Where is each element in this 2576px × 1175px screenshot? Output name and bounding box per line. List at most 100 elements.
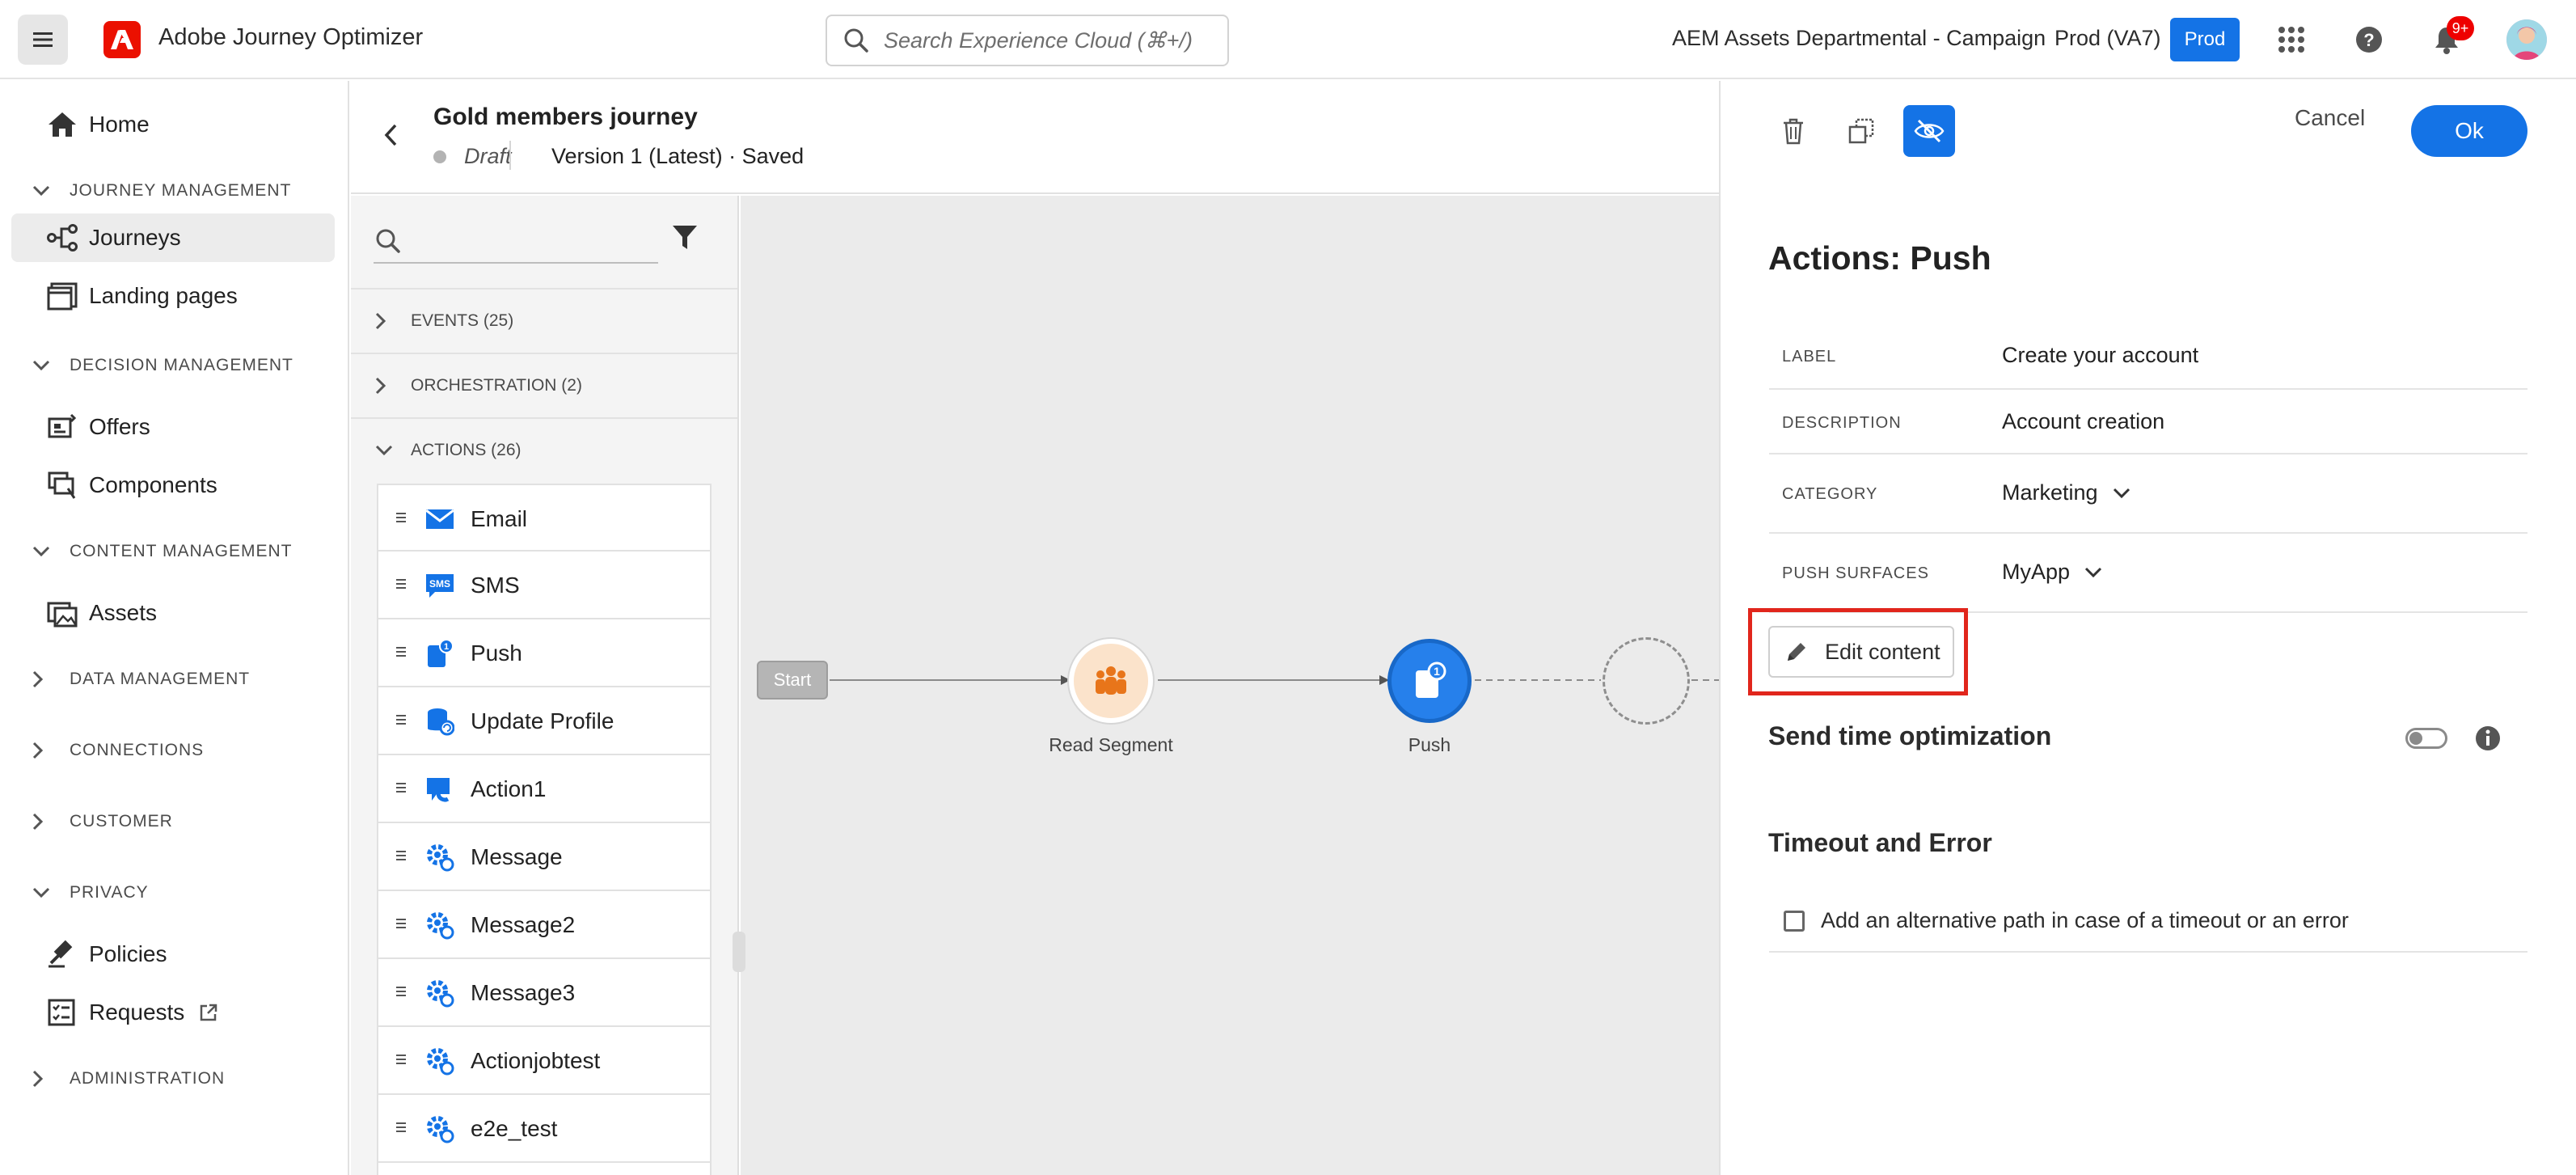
nav-item-offers[interactable]: Offers [11, 403, 335, 451]
nav-item-journeys[interactable]: Journeys [11, 213, 335, 262]
nav-item-components[interactable]: Components [11, 461, 335, 509]
sandbox-badge: Prod [2170, 18, 2240, 61]
nav-section-label: JOURNEY MANAGEMENT [70, 181, 292, 200]
alternative-path-label[interactable]: Add an alternative path in case of a tim… [1821, 908, 2349, 933]
panel-title: Actions: Push [1768, 239, 1991, 277]
pencil-icon [1788, 643, 1805, 661]
nav-item-policies[interactable]: Policies [11, 930, 335, 978]
palette-search-input[interactable] [374, 220, 658, 264]
nav-item-requests[interactable]: Requests [11, 988, 335, 1037]
palette-item-message[interactable]: Message [377, 823, 712, 891]
org-switcher[interactable]: AEM Assets Departmental - Campaign [1672, 26, 2046, 51]
chevron-down-icon [32, 887, 50, 898]
timeout-and-error-title: Timeout and Error [1768, 828, 1992, 857]
palette-category-label: EVENTS (25) [411, 311, 514, 330]
external-link-icon [201, 1004, 217, 1021]
field-push-surfaces: PUSH SURFACES MyApp [1769, 534, 2527, 613]
send-time-optimization-toggle[interactable] [2405, 728, 2447, 749]
app-title[interactable]: Adobe Journey Optimizer [158, 24, 423, 51]
palette-category-events[interactable]: EVENTS (25) [351, 288, 737, 353]
ok-button[interactable]: Ok [2411, 105, 2527, 157]
palette-resize-handle[interactable] [733, 932, 745, 972]
read-segment-node[interactable] [1069, 639, 1153, 723]
hide-toggle-button[interactable] [1903, 105, 1955, 157]
drag-handle-icon[interactable] [396, 715, 406, 727]
info-icon[interactable] [2474, 725, 2502, 752]
adobe-logo-icon[interactable] [103, 21, 141, 58]
palette-item-label: Action1 [471, 776, 547, 801]
palette-item-email[interactable]: Email [377, 484, 712, 552]
palette-item-action1[interactable]: Action1 [377, 755, 712, 823]
push-node[interactable]: 1 [1387, 639, 1472, 723]
hamburger-menu-button[interactable] [18, 15, 68, 65]
drag-handle-icon[interactable] [396, 579, 406, 591]
palette-item-sms[interactable]: SMS SMS [377, 552, 712, 619]
nav-section-connections[interactable]: CONNECTIONS [32, 741, 204, 760]
nav-item-assets[interactable]: Assets [11, 589, 335, 637]
palette-category-label: ACTIONS (26) [411, 441, 522, 459]
category-dropdown[interactable]: Marketing [2002, 480, 2130, 505]
palette-item-push[interactable]: 1 Push [377, 619, 712, 687]
palette-item-actionjobtest[interactable]: Actionjobtest [377, 1027, 712, 1095]
start-node[interactable]: Start [757, 661, 828, 700]
chevron-down-icon [32, 185, 50, 197]
divider [509, 141, 511, 170]
drag-handle-icon[interactable] [396, 783, 406, 795]
nav-section-decision-management[interactable]: DECISION MANAGEMENT [32, 356, 293, 375]
people-icon [1096, 666, 1126, 695]
alternative-path-checkbox[interactable] [1784, 911, 1805, 932]
svg-text:SMS: SMS [429, 578, 450, 590]
palette-item-e2e-test[interactable]: e2e_test [377, 1095, 712, 1163]
nav-section-customer[interactable]: CUSTOMER [32, 812, 173, 831]
chevron-left-icon [384, 124, 397, 146]
delete-button[interactable] [1767, 105, 1819, 157]
drag-handle-icon[interactable] [396, 919, 406, 931]
cancel-button[interactable]: Cancel [2295, 105, 2365, 131]
journey-version[interactable]: Version 1 (Latest) · Saved [551, 144, 804, 169]
nav-section-privacy[interactable]: PRIVACY [32, 883, 149, 902]
chevron-down-icon [2084, 567, 2102, 577]
journey-title[interactable]: Gold members journey [433, 104, 698, 131]
nav-item-landing-pages[interactable]: Landing pages [11, 272, 335, 320]
help-button[interactable]: ? [2350, 20, 2388, 59]
palette-category-orchestration[interactable]: ORCHESTRATION (2) [351, 353, 737, 417]
palette-item-message3[interactable]: Message3 [377, 959, 712, 1027]
empty-node-placeholder[interactable] [1603, 637, 1690, 725]
duplicate-button[interactable] [1835, 105, 1887, 157]
duplicate-icon [1848, 118, 1874, 144]
palette-filter-button[interactable] [671, 223, 699, 256]
field-value[interactable]: Create your account [2002, 343, 2198, 368]
drag-handle-icon[interactable] [396, 987, 406, 999]
nav-section-label: CONTENT MANAGEMENT [70, 542, 293, 560]
nav-section-content-management[interactable]: CONTENT MANAGEMENT [32, 542, 292, 561]
nav-item-home[interactable]: Home [11, 100, 335, 149]
nav-item-label: Home [89, 112, 150, 137]
user-avatar[interactable] [2506, 19, 2547, 60]
journey-canvas[interactable]: Start Read Segment 1 Push [741, 196, 1719, 1175]
palette-category-actions[interactable]: ACTIONS (26) [351, 417, 737, 482]
nav-section-data-management[interactable]: DATA MANAGEMENT [32, 670, 250, 689]
sms-icon: SMS [426, 574, 454, 598]
field-key: DESCRIPTION [1782, 414, 1902, 432]
status-dot-icon [433, 150, 446, 163]
drag-handle-icon[interactable] [396, 1055, 406, 1067]
journey-icon [47, 224, 78, 251]
nav-section-administration[interactable]: ADMINISTRATION [32, 1069, 225, 1088]
drag-handle-icon[interactable] [396, 1122, 406, 1135]
palette-item-message2[interactable]: Message2 [377, 891, 712, 959]
chevron-down-icon [375, 445, 393, 456]
drag-handle-icon[interactable] [396, 851, 406, 863]
edit-content-button[interactable]: Edit content [1768, 626, 1954, 678]
palette-item-label: Email [471, 506, 528, 531]
drag-handle-icon[interactable] [396, 513, 406, 525]
nav-section-journey-management[interactable]: JOURNEY MANAGEMENT [32, 181, 291, 201]
push-surface-dropdown[interactable]: MyApp [2002, 560, 2102, 585]
app-switcher-button[interactable] [2272, 20, 2311, 59]
app-root: Adobe Journey Optimizer Search Experienc… [0, 0, 2576, 1175]
palette-item-update-profile[interactable]: Update Profile [377, 687, 712, 755]
sandbox-switcher[interactable]: Prod (VA7) [2054, 26, 2161, 51]
back-button[interactable] [383, 123, 398, 151]
drag-handle-icon[interactable] [396, 647, 406, 659]
field-value[interactable]: Account creation [2002, 409, 2164, 434]
experience-cloud-search-input[interactable]: Search Experience Cloud (⌘+/) [826, 15, 1229, 66]
